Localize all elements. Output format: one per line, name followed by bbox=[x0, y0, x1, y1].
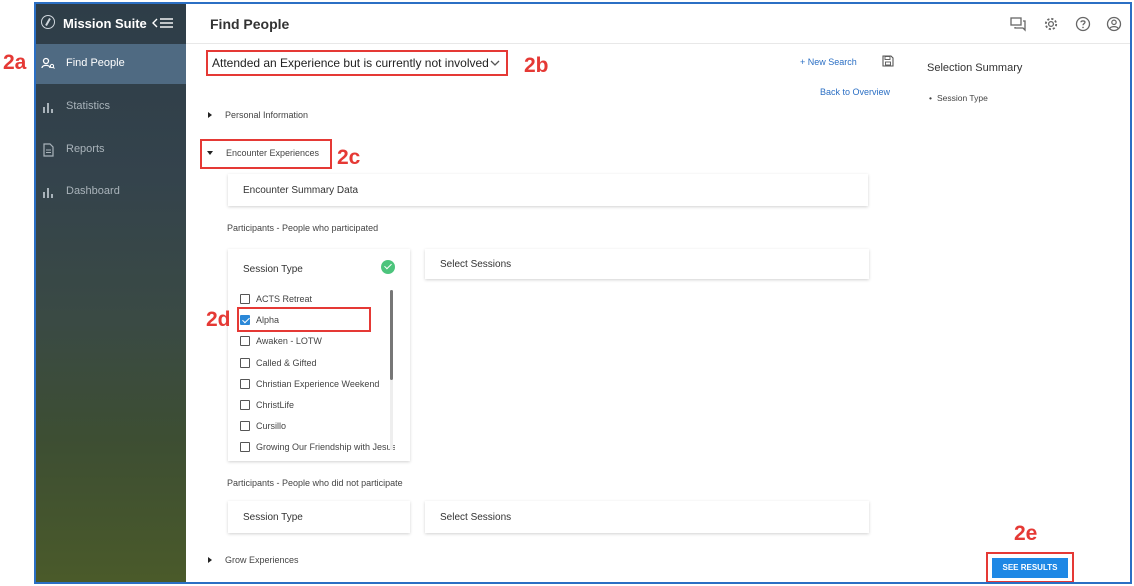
session-type-label: Session Type bbox=[243, 512, 303, 523]
selection-summary-title: Selection Summary bbox=[927, 62, 1023, 74]
select-sessions-card[interactable]: Select Sessions bbox=[425, 249, 869, 279]
checkbox[interactable] bbox=[240, 294, 250, 304]
session-type-option-label: Called & Gifted bbox=[256, 357, 317, 368]
gear-icon[interactable] bbox=[1043, 16, 1059, 32]
brand-title: Mission Suite bbox=[63, 16, 147, 31]
brand-logo-icon bbox=[41, 15, 55, 29]
checkbox[interactable] bbox=[240, 357, 250, 368]
brand: Mission Suite bbox=[36, 4, 186, 44]
session-type-option-label: ChristLife bbox=[256, 400, 295, 410]
session-type-option-label: Awaken - LOTW bbox=[256, 336, 322, 347]
select-sessions-card-2[interactable]: Select Sessions bbox=[425, 501, 869, 533]
encounter-summary-card[interactable]: Encounter Summary Data bbox=[228, 174, 868, 206]
session-type-option[interactable]: Cursillo bbox=[240, 417, 286, 435]
save-icon[interactable] bbox=[882, 55, 894, 67]
caret-down-icon bbox=[207, 151, 213, 155]
session-type-option-label: ACTS Retreat bbox=[256, 294, 313, 304]
section-label: Grow Experiences bbox=[225, 555, 299, 565]
session-type-option-label: Christian Experience Weekend bbox=[256, 378, 380, 389]
session-type-label: Session Type bbox=[243, 264, 303, 275]
section-encounter-experiences[interactable]: Encounter Experiences bbox=[207, 148, 319, 158]
checkbox[interactable] bbox=[240, 336, 250, 347]
select-sessions-label: Select Sessions bbox=[440, 259, 512, 270]
session-type-option[interactable]: Called & Gifted bbox=[240, 354, 317, 372]
session-type-card-2[interactable]: Session Type bbox=[228, 501, 410, 533]
new-search-link[interactable]: + New Search bbox=[800, 57, 857, 67]
top-bar: Find People bbox=[186, 4, 1130, 44]
section-label: Personal Information bbox=[225, 110, 309, 120]
sidebar-item-find-people[interactable]: Find People bbox=[36, 44, 186, 84]
sidebar-item-label: Statistics bbox=[66, 100, 111, 112]
session-type-option[interactable]: ChristLife bbox=[240, 396, 294, 414]
sidebar-item-label: Dashboard bbox=[66, 185, 120, 197]
back-to-overview-link[interactable]: Back to Overview bbox=[820, 87, 890, 97]
scrollbar-thumb[interactable] bbox=[390, 290, 393, 380]
session-type-option[interactable]: Christian Experience Weekend bbox=[240, 375, 379, 393]
saved-search-select[interactable]: Attended an Experience but is currently … bbox=[206, 50, 508, 76]
checkbox[interactable] bbox=[240, 400, 250, 410]
sidebar-item-label: Find People bbox=[66, 57, 125, 69]
account-icon[interactable] bbox=[1106, 16, 1122, 32]
bar-chart-icon bbox=[43, 188, 53, 198]
session-type-option[interactable]: ACTS Retreat bbox=[240, 290, 312, 308]
session-type-option-label: Cursillo bbox=[256, 421, 287, 432]
caret-right-icon bbox=[208, 557, 212, 563]
sidebar-item-dashboard[interactable]: Dashboard bbox=[36, 172, 186, 212]
app-window: Mission Suite Find People Statistics Rep… bbox=[34, 2, 1132, 584]
chevron-down-icon bbox=[490, 60, 500, 66]
session-type-option[interactable]: Awaken - LOTW bbox=[240, 332, 322, 350]
section-grow-experiences[interactable]: Grow Experiences bbox=[208, 555, 299, 565]
callout-2e: 2e bbox=[1014, 522, 1038, 545]
sidebar: Mission Suite Find People Statistics Rep… bbox=[36, 4, 186, 582]
sidebar-item-reports[interactable]: Reports bbox=[36, 130, 186, 170]
checkbox[interactable] bbox=[240, 378, 250, 389]
callout-2c: 2c bbox=[337, 146, 361, 169]
summary-item: Session Type bbox=[929, 93, 988, 103]
caret-right-icon bbox=[208, 112, 212, 118]
check-circle-icon bbox=[381, 260, 395, 274]
participants-label: Participants - People who participated bbox=[227, 223, 379, 233]
session-type-option-label: Growing Our Friendship with Jesus bbox=[256, 442, 395, 452]
person-search-icon bbox=[41, 57, 55, 69]
document-icon bbox=[43, 143, 54, 157]
chat-icon[interactable] bbox=[1010, 16, 1026, 32]
callout-2d: 2d bbox=[206, 308, 231, 331]
callout-2b: 2b bbox=[524, 54, 549, 77]
section-personal-information[interactable]: Personal Information bbox=[208, 110, 308, 120]
select-sessions-label: Select Sessions bbox=[440, 512, 512, 523]
saved-search-value: Attended an Experience but is currently … bbox=[212, 56, 489, 70]
checkbox[interactable] bbox=[240, 421, 250, 432]
session-type-option[interactable]: Growing Our Friendship with Jesus bbox=[240, 438, 395, 452]
checkbox[interactable] bbox=[240, 442, 250, 452]
see-results-button[interactable]: SEE RESULTS bbox=[992, 558, 1068, 578]
bar-chart-icon bbox=[43, 103, 53, 113]
card-label: Encounter Summary Data bbox=[243, 185, 359, 196]
page-title: Find People bbox=[210, 16, 290, 32]
sidebar-item-label: Reports bbox=[66, 143, 105, 155]
callout-2a: 2a bbox=[3, 51, 27, 74]
sidebar-item-statistics[interactable]: Statistics bbox=[36, 87, 186, 127]
collapse-menu-icon[interactable] bbox=[152, 16, 174, 30]
help-icon[interactable] bbox=[1075, 16, 1091, 32]
highlight-alpha bbox=[237, 307, 371, 332]
section-label: Encounter Experiences bbox=[226, 148, 320, 158]
non-participants-label: Participants - People who did not partic… bbox=[227, 478, 403, 488]
